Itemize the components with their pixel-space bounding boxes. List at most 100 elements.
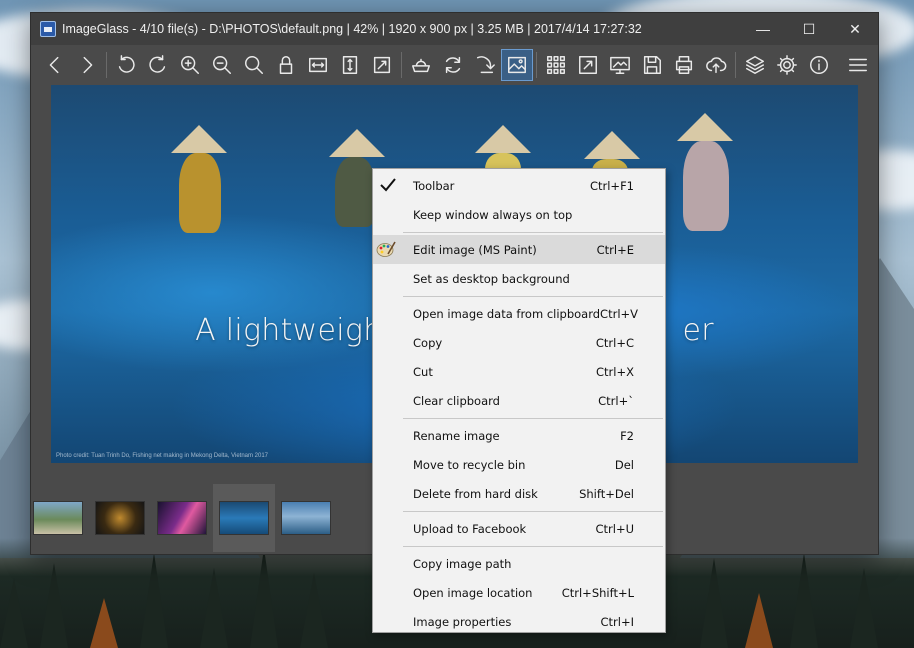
thumbnail-image (281, 501, 331, 535)
toolbar-separator (536, 52, 537, 78)
toolbar-separator (401, 52, 402, 78)
toolbar-separator (106, 52, 107, 78)
menu-item-label: Edit image (MS Paint) (413, 242, 537, 257)
menu-item-label: Copy image path (413, 556, 512, 571)
tree (700, 558, 728, 648)
menu-item-move-to-recycle-bin[interactable]: Move to recycle bin Del (373, 450, 665, 479)
title-bar[interactable]: ImageGlass - 4/10 file(s) - D:\PHOTOS\de… (31, 13, 878, 45)
menu-item-label: Open image location (413, 585, 533, 600)
print-icon[interactable] (668, 49, 700, 81)
menu-item-label: Cut (413, 364, 433, 379)
menu-item-shortcut: Ctrl+F1 (589, 178, 634, 193)
slideshow-icon[interactable] (604, 49, 636, 81)
settings-icon[interactable] (771, 49, 803, 81)
refresh-icon[interactable] (437, 49, 469, 81)
menu-item-label: Clear clipboard (413, 393, 500, 408)
menu-separator (403, 511, 663, 512)
menu-item-label: Copy (413, 335, 443, 350)
thumbnail-item[interactable] (89, 484, 151, 552)
menu-item-rename-image[interactable]: Rename image F2 (373, 421, 665, 450)
actual-size-icon[interactable] (238, 49, 270, 81)
menu-item-shortcut: Ctrl+Shift+L (561, 585, 634, 600)
menu-item-image-properties[interactable]: Image properties Ctrl+I (373, 607, 665, 636)
thumbnail-item[interactable] (275, 484, 337, 552)
menu-item-shortcut: Ctrl+U (595, 521, 634, 536)
menu-item-label: Move to recycle bin (413, 457, 526, 472)
menu-item-delete-from-hard-disk[interactable]: Delete from hard disk Shift+Del (373, 479, 665, 508)
tree (300, 573, 328, 648)
go-to-image-icon[interactable] (469, 49, 501, 81)
menu-separator (403, 232, 663, 233)
menu-separator (403, 296, 663, 297)
tree (0, 578, 28, 648)
context-menu: Toolbar Ctrl+F1 Keep window always on top E… (372, 168, 666, 633)
menu-item-shortcut: Del (614, 457, 634, 472)
menu-item-label: Image properties (413, 614, 512, 629)
menu-item-shortcut: Ctrl+V (600, 306, 639, 321)
menu-item-label: Upload to Facebook (413, 521, 527, 536)
view-image-icon[interactable] (501, 49, 533, 81)
overlay-caption-left: A lightweigh (195, 313, 383, 348)
menu-item-shortcut: Ctrl+` (598, 393, 634, 408)
menu-icon[interactable] (842, 49, 874, 81)
open-with-icon[interactable] (405, 49, 437, 81)
menu-item-label: Rename image (413, 428, 500, 443)
minimize-button[interactable]: — (740, 13, 786, 45)
menu-item-toolbar[interactable]: Toolbar Ctrl+F1 (373, 171, 665, 200)
thumbnail-image (33, 501, 83, 535)
menu-item-copy[interactable]: Copy Ctrl+C (373, 328, 665, 357)
app-icon[interactable] (40, 21, 56, 37)
paint-palette-icon (376, 241, 396, 257)
tree (140, 553, 168, 648)
menu-item-label: Open image data from clipboard (413, 306, 601, 321)
menu-item-label: Toolbar (413, 178, 455, 193)
forward-icon[interactable] (71, 49, 103, 81)
scale-to-fit-icon[interactable] (366, 49, 398, 81)
menu-separator (403, 546, 663, 547)
upload-icon[interactable] (700, 49, 732, 81)
thumbnail-image (219, 501, 269, 535)
checkmark-icon (380, 178, 396, 192)
photo-credit: Photo credit: Tuan Trinh Do, Fishing net… (56, 453, 269, 459)
back-icon[interactable] (39, 49, 71, 81)
menu-item-shortcut: Ctrl+C (595, 335, 634, 350)
save-icon[interactable] (636, 49, 668, 81)
thumbnail-item-selected[interactable] (213, 484, 275, 552)
rotate-right-icon[interactable] (142, 49, 174, 81)
about-icon[interactable] (803, 49, 835, 81)
thumbnail-grid-icon[interactable] (540, 49, 572, 81)
fullscreen-icon[interactable] (572, 49, 604, 81)
rotate-left-icon[interactable] (110, 49, 142, 81)
menu-item-open-image-data-from-clipboard[interactable]: Open image data from clipboard Ctrl+V (373, 299, 665, 328)
menu-item-shortcut: Ctrl+I (600, 614, 635, 629)
toolbar-separator (735, 52, 736, 78)
tree (90, 598, 118, 648)
tree (40, 563, 68, 648)
lock-zoom-icon[interactable] (270, 49, 302, 81)
overlay-caption-right: er (682, 313, 714, 348)
zoom-out-icon[interactable] (206, 49, 238, 81)
maximize-button[interactable]: ☐ (786, 13, 832, 45)
menu-item-edit-image-ms-paint[interactable]: Edit image (MS Paint) Ctrl+E (373, 235, 665, 264)
menu-item-open-image-location[interactable]: Open image location Ctrl+Shift+L (373, 578, 665, 607)
tree (250, 548, 278, 648)
tree (790, 553, 818, 648)
menu-item-copy-image-path[interactable]: Copy image path (373, 549, 665, 578)
close-button[interactable]: ✕ (832, 13, 878, 45)
thumbnail-item[interactable] (151, 484, 213, 552)
menu-item-clear-clipboard[interactable]: Clear clipboard Ctrl+` (373, 386, 665, 415)
plugins-icon[interactable] (739, 49, 771, 81)
menu-separator (403, 418, 663, 419)
toolbar (31, 45, 878, 85)
menu-item-label: Delete from hard disk (413, 486, 538, 501)
menu-item-keep-window-always-on-top[interactable]: Keep window always on top (373, 200, 665, 229)
thumbnail-item[interactable] (27, 484, 89, 552)
menu-item-cut[interactable]: Cut Ctrl+X (373, 357, 665, 386)
menu-item-upload-to-facebook[interactable]: Upload to Facebook Ctrl+U (373, 514, 665, 543)
thumbnail-image (95, 501, 145, 535)
menu-item-set-as-desktop-background[interactable]: Set as desktop background (373, 264, 665, 293)
fit-width-icon[interactable] (302, 49, 334, 81)
fit-height-icon[interactable] (334, 49, 366, 81)
tree (850, 568, 878, 648)
zoom-in-icon[interactable] (174, 49, 206, 81)
